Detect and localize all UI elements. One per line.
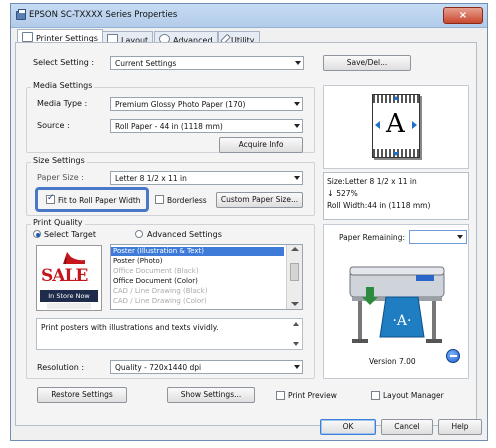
size-info-roll: Roll Width:44 in (1118 mm): [327, 201, 431, 210]
chevron-down-icon: [457, 235, 463, 239]
shoe-icon: [61, 249, 87, 265]
scroll-down-icon[interactable]: [291, 302, 299, 306]
decorative-base: [47, 303, 91, 309]
arrow-right-icon: [412, 121, 417, 129]
resolution-combo[interactable]: Quality - 720x1440 dpi: [110, 360, 303, 374]
printer-tab-icon: [22, 32, 33, 42]
close-button[interactable]: ×: [443, 7, 483, 24]
fit-roll-label: Fit to Roll Paper Width: [58, 196, 141, 205]
borderless-checkbox[interactable]: [155, 195, 164, 204]
chevron-down-icon: [294, 365, 300, 369]
media-settings-title: Media Settings: [31, 81, 95, 90]
chevron-down-icon: [294, 176, 300, 180]
arrow-up-icon: [393, 96, 399, 100]
list-item[interactable]: CAD / Line Drawing (Black): [111, 287, 284, 296]
version-label: Version 7.00: [369, 357, 416, 366]
select-target-label: Select Target: [44, 230, 96, 239]
advanced-settings-radio[interactable]: [135, 230, 143, 238]
list-item[interactable]: Office Document (Color): [111, 277, 284, 286]
scroll-up-icon[interactable]: [291, 247, 299, 251]
borderless-label: Borderless: [167, 196, 207, 205]
list-item[interactable]: Office Document (Black): [111, 267, 284, 276]
svg-text:·A·: ·A·: [392, 313, 411, 329]
scroll-down-icon[interactable]: [293, 342, 299, 346]
restore-settings-button[interactable]: Restore Settings: [37, 387, 127, 403]
size-info-box: Size:Letter 8 1/2 x 11 in ↓ 527% Roll Wi…: [323, 172, 469, 220]
scroll-thumb[interactable]: [290, 263, 299, 281]
store-banner: In Store Now: [40, 290, 98, 302]
select-setting-combo[interactable]: Current Settings: [110, 56, 304, 70]
list-item[interactable]: CAD / Line Drawing (Color): [111, 297, 284, 306]
layout-manager-label: Layout Manager: [383, 391, 444, 400]
help-button[interactable]: Help: [438, 419, 482, 435]
source-label: Source :: [37, 121, 70, 130]
cancel-button[interactable]: Cancel: [381, 419, 433, 435]
print-preview-checkbox[interactable]: [276, 391, 285, 400]
media-info-button[interactable]: [446, 349, 460, 363]
list-scrollbar[interactable]: [286, 245, 302, 309]
chevron-down-icon: [294, 124, 300, 128]
advanced-settings-label: Advanced Settings: [147, 230, 222, 239]
minus-icon: [450, 355, 457, 357]
save-del-button[interactable]: Save/Del...: [323, 55, 411, 71]
arrow-left-icon: [375, 121, 380, 129]
checkmark-icon: ✓: [47, 193, 55, 203]
paper-size-label: Paper Size :: [37, 173, 84, 182]
print-quality-title: Print Quality: [31, 218, 85, 227]
size-settings-title: Size Settings: [31, 156, 87, 165]
list-item[interactable]: Poster (Photo): [111, 257, 284, 266]
target-preview-image: SALE In Store Now: [36, 245, 102, 311]
layout-preview: A: [323, 85, 469, 169]
size-info-size: Size:Letter 8 1/2 x 11 in: [327, 177, 417, 186]
fit-roll-checkbox[interactable]: ✓: [46, 193, 55, 204]
paper-remaining-field[interactable]: [409, 230, 467, 244]
list-item[interactable]: Poster (Illustration & Text): [111, 247, 284, 256]
printer-illustration: ·A·: [346, 253, 448, 345]
printer-icon: [16, 9, 26, 20]
resolution-label: Resolution :: [37, 363, 85, 372]
media-type-combo[interactable]: Premium Glossy Photo Paper (170): [110, 97, 303, 111]
arrow-down-icon: ↓: [327, 189, 337, 198]
preview-letter: A: [386, 109, 405, 139]
paper-remaining-label: Paper Remaining:: [339, 233, 405, 242]
print-preview-label: Print Preview: [288, 391, 337, 400]
size-info-scale: ↓ 527%: [327, 189, 358, 198]
select-target-radio[interactable]: [33, 230, 41, 238]
chevron-down-icon: [294, 102, 300, 106]
title-bar[interactable]: EPSON SC-TXXXX Series Properties ×: [11, 4, 487, 28]
sale-text: SALE: [41, 266, 88, 286]
source-combo[interactable]: Roll Paper - 44 in (1118 mm): [110, 119, 303, 133]
custom-paper-size-button[interactable]: Custom Paper Size...: [216, 192, 303, 208]
acquire-info-button[interactable]: Acquire Info: [219, 137, 303, 153]
arrow-down-icon: [393, 152, 399, 156]
layout-manager-checkbox[interactable]: [371, 391, 380, 400]
select-setting-label: Select Setting :: [33, 58, 95, 67]
show-settings-button[interactable]: Show Settings...: [167, 387, 255, 403]
target-list[interactable]: Poster (Illustration & Text) Poster (Pho…: [110, 244, 303, 310]
page-preview: A: [372, 94, 420, 158]
ok-button[interactable]: OK: [320, 419, 376, 435]
window-title: EPSON SC-TXXXX Series Properties: [29, 10, 178, 20]
chevron-down-icon: [295, 61, 301, 65]
scroll-up-icon[interactable]: [293, 322, 299, 326]
target-description: Print posters with illustrations and tex…: [36, 318, 303, 350]
media-type-label: Media Type :: [37, 99, 88, 108]
printer-preview-panel: Paper Remaining: ·A· Version 7.00: [323, 224, 469, 379]
paper-size-combo[interactable]: Letter 8 1/2 x 11 in: [110, 171, 303, 185]
